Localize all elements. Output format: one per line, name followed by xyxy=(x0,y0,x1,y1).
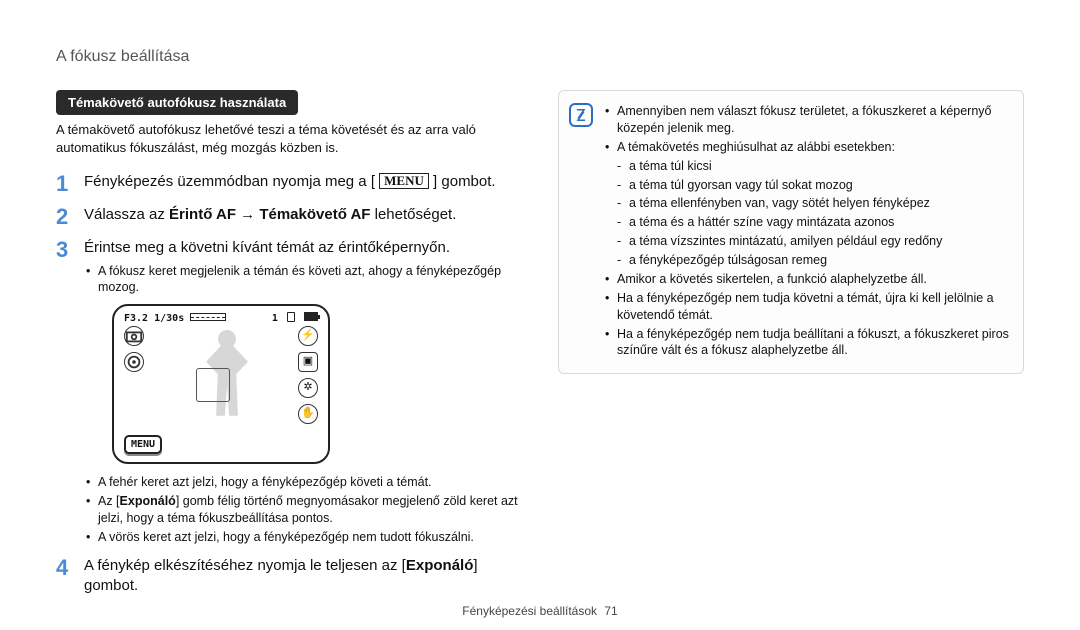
step2-text-e: lehetőséget. xyxy=(370,206,456,223)
step2-arrow: → xyxy=(236,206,259,223)
step-3: 3 Érintse meg a követni kívánt témát az … xyxy=(56,238,522,554)
note-item: Ha a fényképezőgép nem tudja követni a t… xyxy=(605,290,1009,324)
note-icon xyxy=(569,103,593,127)
footer-page-number: 71 xyxy=(604,604,617,618)
note-item: a téma túl kicsi xyxy=(605,158,1009,175)
note-item: Amikor a követés sikertelen, a funkció a… xyxy=(605,271,1009,288)
note-item: A témakövetés meghiúsulhat az alábbi ese… xyxy=(605,139,1009,156)
step2-bold-1: Érintő AF xyxy=(169,206,236,223)
footer-section: Fényképezési beállítások xyxy=(462,604,597,618)
step4-bold: Exponáló xyxy=(406,557,474,574)
step4-text-a: A fénykép elkészítéséhez nyomja le telje… xyxy=(84,557,406,574)
step-number: 4 xyxy=(56,556,74,579)
note-item: Ha a fényképezőgép nem tudja beállítani … xyxy=(605,326,1009,360)
note-item: a téma vízszintes mintázatú, amilyen pél… xyxy=(605,233,1009,250)
note-box: Amennyiben nem választ fókusz területet,… xyxy=(558,90,1024,374)
battery-icon xyxy=(304,312,318,321)
exposure-comp-icon xyxy=(190,313,226,321)
step2-text-a: Válassza az xyxy=(84,206,169,223)
note-item: a téma ellenfényben van, vagy sötét hely… xyxy=(605,195,1009,212)
note-item: a téma túl gyorsan vagy túl sokat mozog xyxy=(605,177,1009,194)
step-number: 2 xyxy=(56,205,74,228)
note-item: Amennyiben nem választ fókusz területet,… xyxy=(605,103,1009,137)
step1-text-a: Fényképezés üzemmódban nyomja meg a [ xyxy=(84,173,375,190)
note-item: a fényképezőgép túlságosan remeg xyxy=(605,252,1009,269)
right-column: Amennyiben nem választ fókusz területet,… xyxy=(558,90,1024,606)
left-column: Témakövető autofókusz használata A témak… xyxy=(56,90,522,606)
lcd-shots: 1 xyxy=(272,313,278,324)
timer-icon: ✲ xyxy=(298,378,318,398)
lcd-menu-button: MENU xyxy=(124,435,162,455)
header-title: A fókusz beállítása xyxy=(56,48,189,65)
lcd-aperture: F3.2 xyxy=(124,313,148,324)
step-number: 1 xyxy=(56,172,74,195)
list-item: A vörös keret azt jelzi, hogy a fényképe… xyxy=(86,529,522,546)
note-item: a téma és a háttér színe vagy mintázata … xyxy=(605,214,1009,231)
lcd-shutter: 1/30s xyxy=(154,313,184,324)
step3-text: Érintse meg a követni kívánt témát az ér… xyxy=(84,239,450,256)
step-1: 1 Fényképezés üzemmódban nyomja meg a [ … xyxy=(56,172,522,195)
stabilizer-icon: ✋ xyxy=(298,404,318,424)
camera-lcd: F3.2 1/30s 1 xyxy=(112,304,330,464)
section-title: Témakövető autofókusz használata xyxy=(56,90,298,115)
step1-text-b: ] gombot. xyxy=(433,173,496,190)
page-header: A fókusz beállítása xyxy=(56,48,1024,66)
step2-bold-2: Témakövető AF xyxy=(259,206,370,223)
sd-card-icon xyxy=(287,312,295,322)
mode-icon xyxy=(124,326,144,346)
flash-icon: ⚡ xyxy=(298,326,318,346)
list-item: Az [Exponáló] gomb félig történő megnyom… xyxy=(86,493,522,527)
step3-sub: A fókusz keret megjelenik a témán és köv… xyxy=(86,263,522,297)
metering-icon: ▣ xyxy=(298,352,318,372)
target-icon xyxy=(124,352,144,372)
section-intro: A témakövető autofókusz lehetővé teszi a… xyxy=(56,121,522,156)
page-footer: Fényképezési beállítások 71 xyxy=(0,604,1080,618)
list-item: A fehér keret azt jelzi, hogy a fényképe… xyxy=(86,474,522,491)
step-2: 2 Válassza az Érintő AF → Témakövető AF … xyxy=(56,205,522,228)
step3-after-bullets: A fehér keret azt jelzi, hogy a fényképe… xyxy=(84,474,522,546)
step-number: 3 xyxy=(56,238,74,261)
step-4: 4 A fénykép elkészítéséhez nyomja le tel… xyxy=(56,556,522,597)
menu-button-inline: MENU xyxy=(379,173,429,189)
focus-frame xyxy=(196,368,230,402)
